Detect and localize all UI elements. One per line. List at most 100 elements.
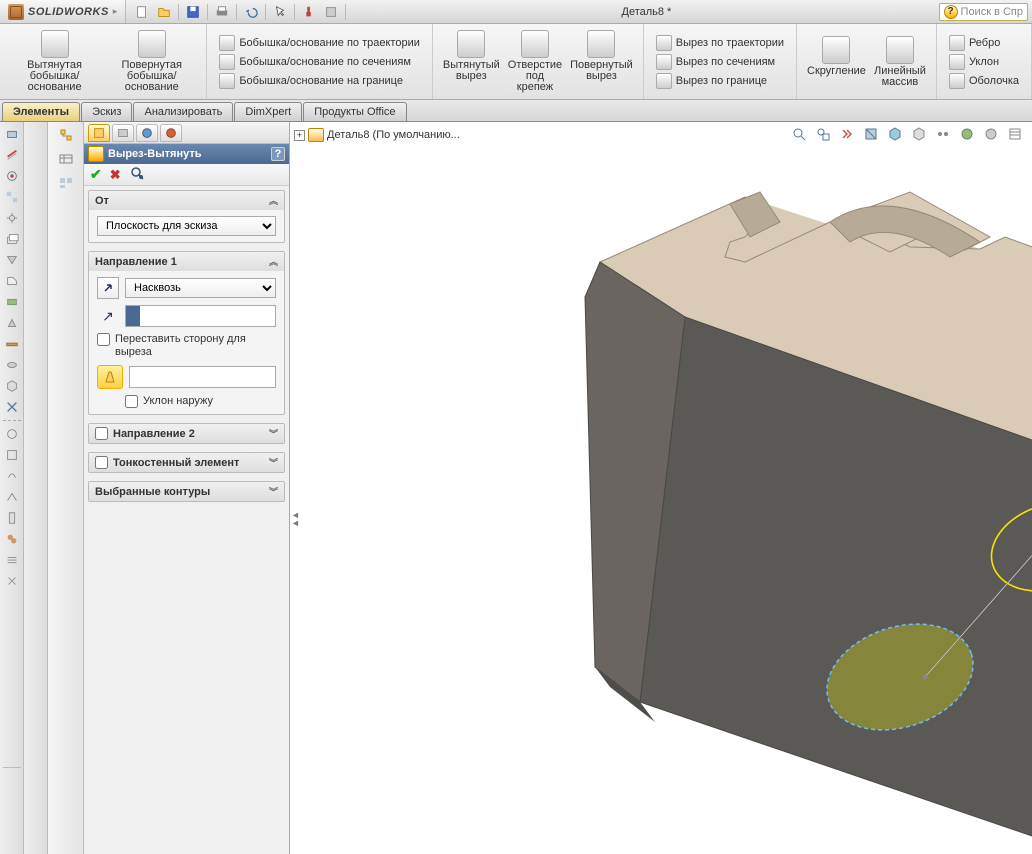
revolved-cut-button[interactable]: Повернутый вырез xyxy=(566,28,637,95)
extruded-cut-button[interactable]: Вытянутый вырез xyxy=(439,28,504,95)
extruded-boss-button[interactable]: Вытянутая бобышка/основание xyxy=(6,28,103,95)
section-thin-header[interactable]: Тонкостенный элемент︾ xyxy=(89,453,284,472)
fm-e[interactable] xyxy=(52,316,80,338)
sketch-tool-3[interactable] xyxy=(26,170,46,190)
fm-c[interactable] xyxy=(52,268,80,290)
tab-features[interactable]: Элементы xyxy=(2,102,80,121)
tool-b3[interactable] xyxy=(2,466,22,486)
fm-k[interactable] xyxy=(52,462,80,484)
from-select[interactable]: Плоскость для эскиза xyxy=(97,216,276,236)
new-button[interactable] xyxy=(132,3,152,21)
tool-b4[interactable] xyxy=(2,487,22,507)
save-button[interactable] xyxy=(183,3,203,21)
hole-wizard-button[interactable]: Отверстие под крепеж xyxy=(504,28,566,95)
tab-analyze[interactable]: Анализировать xyxy=(133,102,233,121)
tool-a4[interactable] xyxy=(2,187,22,207)
section-dir1-header[interactable]: Направление 1︽ xyxy=(89,252,284,271)
undo-button[interactable] xyxy=(241,3,261,21)
tool-a9[interactable] xyxy=(2,292,22,312)
fm-b[interactable] xyxy=(52,244,80,266)
prop-tab-feature[interactable] xyxy=(88,124,110,142)
section-contours-header[interactable]: Выбранные контуры︾ xyxy=(89,482,284,501)
fillet-button[interactable]: Скругление xyxy=(803,34,870,90)
tool-a3[interactable] xyxy=(2,166,22,186)
fm-tree-tab[interactable] xyxy=(52,124,80,146)
direction-vector-input[interactable] xyxy=(125,305,276,327)
help-search[interactable]: ? Поиск в Спр xyxy=(939,3,1028,21)
section-from-header[interactable]: От︽ xyxy=(89,191,284,210)
prop-tab-2[interactable] xyxy=(112,124,134,142)
fm-a[interactable] xyxy=(52,220,80,242)
tool-a8[interactable] xyxy=(2,271,22,291)
tab-dimxpert[interactable]: DimXpert xyxy=(234,102,302,121)
tool-b5[interactable] xyxy=(2,508,22,528)
tool-a6[interactable] xyxy=(2,229,22,249)
fm-f[interactable] xyxy=(52,340,80,362)
3d-viewport[interactable]: + Деталь8 (По умолчанию... xyxy=(290,122,1032,854)
thin-enable-checkbox[interactable] xyxy=(95,456,108,469)
boundary-boss-button[interactable]: Бобышка/основание на границе xyxy=(217,72,422,90)
swept-cut-button[interactable]: Вырез по траектории xyxy=(654,34,786,52)
section-dir2-header[interactable]: Направление 2︾ xyxy=(89,424,284,443)
select-button[interactable] xyxy=(270,3,290,21)
shell-button[interactable]: Оболочка xyxy=(947,72,1021,90)
tool-a2[interactable] xyxy=(2,145,22,165)
fm-i[interactable] xyxy=(52,414,80,436)
fm-d[interactable] xyxy=(52,292,80,314)
draft-button[interactable]: Уклон xyxy=(947,53,1021,71)
end-condition-select[interactable]: Насквозь xyxy=(125,278,276,298)
flip-side-checkbox[interactable] xyxy=(97,333,110,346)
tool-c2[interactable] xyxy=(2,723,22,743)
tool-b8[interactable] xyxy=(2,571,22,591)
tool-b6[interactable] xyxy=(2,529,22,549)
sketch-tool-2[interactable] xyxy=(26,147,46,167)
lofted-boss-button[interactable]: Бобышка/основание по сечениям xyxy=(217,53,422,71)
panel-splitter[interactable] xyxy=(290,510,300,528)
prop-tab-4[interactable] xyxy=(160,124,182,142)
draft-angle-input[interactable] xyxy=(129,366,276,388)
property-help-button[interactable]: ? xyxy=(271,147,285,161)
tool-a11[interactable] xyxy=(2,334,22,354)
tool-a7[interactable] xyxy=(2,250,22,270)
prop-tab-3[interactable] xyxy=(136,124,158,142)
tool-a1[interactable] xyxy=(2,124,22,144)
fm-config-tab[interactable] xyxy=(52,172,80,194)
tool-c1[interactable] xyxy=(2,702,22,722)
linear-pattern-button[interactable]: Линейный массив xyxy=(870,34,930,90)
tab-sketch[interactable]: Эскиз xyxy=(81,102,132,121)
open-button[interactable] xyxy=(154,3,174,21)
fm-m[interactable] xyxy=(52,510,80,532)
fm-prop-tab[interactable] xyxy=(52,148,80,170)
rib-button[interactable]: Ребро xyxy=(947,34,1021,52)
swept-boss-button[interactable]: Бобышка/основание по траектории xyxy=(217,34,422,52)
fm-l[interactable] xyxy=(52,486,80,508)
tool-a12[interactable] xyxy=(2,355,22,375)
tool-b1[interactable] xyxy=(2,424,22,444)
tool-b2[interactable] xyxy=(2,445,22,465)
rebuild-button[interactable] xyxy=(299,3,319,21)
tool-c4[interactable] xyxy=(2,771,22,791)
chevron-right-icon[interactable]: ▸ xyxy=(113,6,118,17)
tool-c6[interactable] xyxy=(2,813,22,833)
detail-preview-button[interactable] xyxy=(129,165,145,184)
boundary-cut-button[interactable]: Вырез по границе xyxy=(654,72,786,90)
tool-b7[interactable] xyxy=(2,550,22,570)
revolved-boss-button[interactable]: Повернутая бобышка/основание xyxy=(103,28,200,95)
options-button[interactable] xyxy=(321,3,341,21)
ok-button[interactable]: ✔ xyxy=(90,166,102,183)
fm-n[interactable] xyxy=(52,534,80,556)
tab-office[interactable]: Продукты Office xyxy=(303,102,406,121)
draft-toggle-button[interactable] xyxy=(97,365,123,389)
fm-j[interactable] xyxy=(52,438,80,460)
tool-a13[interactable] xyxy=(2,376,22,396)
cancel-button[interactable]: ✖ xyxy=(110,167,121,183)
dir2-enable-checkbox[interactable] xyxy=(95,427,108,440)
fm-g[interactable] xyxy=(52,364,80,386)
print-button[interactable] xyxy=(212,3,232,21)
tool-c5[interactable] xyxy=(2,792,22,812)
tool-a14[interactable] xyxy=(2,397,22,417)
tool-c7[interactable] xyxy=(2,834,22,854)
sketch-tool-1[interactable] xyxy=(26,124,46,144)
tool-a5[interactable] xyxy=(2,208,22,228)
reverse-direction-button[interactable] xyxy=(97,277,119,299)
